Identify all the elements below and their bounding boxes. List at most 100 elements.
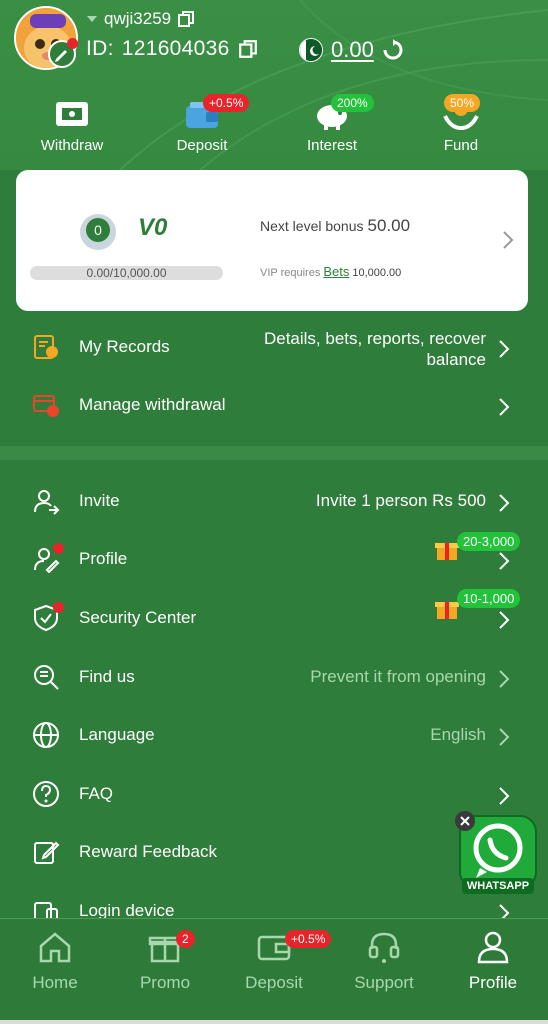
username-row: qwji3259 [86,9,195,29]
system-nav-strip [0,1020,548,1024]
menu-detail: Details, bets, reports, recover balance [264,328,486,370]
notification-dot [67,38,78,49]
chevron-right-icon [499,340,510,358]
menu-detail-line1: Details, bets, reports, recover [263,329,486,348]
tab-label: Promo [139,973,191,992]
withdraw-button[interactable]: Withdraw [17,96,127,154]
close-icon[interactable] [454,810,476,832]
vip-level: V0 [138,214,168,241]
chevron-down-icon[interactable] [86,14,98,24]
bottom-tab-bar: Home Promo 2 Deposit +0.5% Support Profi… [0,918,548,1020]
menu-item-invite[interactable]: Invite Invite 1 person Rs 500 [0,472,548,530]
menu-item-find-us[interactable]: Find us Prevent it from opening [0,648,548,706]
menu-detail: Invite 1 person Rs 500 [315,491,486,510]
menu-label: FAQ [79,784,114,803]
vip-requires-amount: 10,000.00 [352,267,402,279]
menu-label: Reward Feedback [79,842,217,861]
tab-label: Support [354,973,414,992]
withdraw-icon [56,102,88,126]
next-level-value: 50.00 [367,216,411,235]
vip-medal-icon: 0 [78,212,118,252]
pakistan-flag-icon [299,38,323,62]
headset-icon [368,932,400,963]
chevron-right-icon [499,787,510,805]
question-icon [33,781,59,807]
refresh-icon[interactable] [382,39,404,61]
menu-label: Login device [79,901,175,918]
fund-badge: 50% [444,94,481,112]
deposit-label: Deposit [176,137,228,154]
records-menu: My Records Details, bets, reports, recov… [0,316,548,446]
deposit-bonus-badge: +0.5% [285,930,332,948]
feedback-edit-icon [34,841,60,864]
interest-label: Interest [306,137,358,154]
withdrawal-card-icon [33,395,59,417]
menu-detail: Prevent it from opening [310,667,486,686]
menu-detail-line2: balance [426,350,486,369]
vip-requirement: VIP requires Bets 10,000.00 [260,264,401,279]
tab-home[interactable]: Home [0,929,110,993]
balance-row: 0.00 [299,37,404,63]
menu-label: My Records [79,337,170,356]
whatsapp-float-button[interactable]: WHATSAPP [454,808,542,900]
user-id-row: ID: 121604036 [86,37,258,61]
interest-badge: 200% [331,94,374,112]
whatsapp-label: WHATSAPP [466,880,530,892]
menu-item-language[interactable]: Language English [0,706,548,764]
promo-badge: 2 [176,930,195,948]
deposit-button[interactable]: Deposit +0.5% [147,94,257,154]
globe-icon [33,722,59,748]
menu-label: Language [79,725,155,744]
copy-id-icon[interactable] [238,39,258,59]
balance-amount: 0.00 [331,37,374,62]
device-icon [34,902,58,918]
chevron-right-icon [499,398,510,416]
chevron-right-icon [499,904,510,918]
menu-detail: English [430,725,486,744]
notification-dot [53,602,64,613]
menu-label: Profile [79,549,128,568]
next-level-bonus: Next level bonus 50.00 [260,216,410,236]
menu-item-my-records[interactable]: My Records Details, bets, reports, recov… [0,318,548,376]
vip-progress-text: 0.00/10,000.00 [86,266,167,280]
chevron-right-icon [499,552,510,570]
home-icon [39,932,71,963]
tab-support[interactable]: Support [329,929,439,993]
menu-item-security-center[interactable]: Security Center 10-1,000 [0,589,548,647]
menu-label: Invite [79,491,120,510]
vip-requires-label: VIP requires [260,267,321,279]
reward-badge: 20-3,000 [457,532,521,551]
deposit-bonus-badge: +0.5% [203,94,250,112]
section-divider [0,446,548,460]
menu-label: Manage withdrawal [79,395,226,414]
vip-medal-level: 0 [94,222,102,238]
tab-profile[interactable]: Profile [438,929,548,993]
find-search-icon [34,665,59,690]
chevron-right-icon [499,670,510,688]
tab-label: Deposit [245,973,303,992]
interest-button[interactable]: Interest 200% [277,94,387,154]
bets-link[interactable]: Bets [323,264,349,279]
invite-user-icon [34,490,60,515]
person-icon [477,931,509,964]
fund-label: Fund [443,137,479,154]
menu-label: Find us [79,667,135,686]
vip-card[interactable]: 0 V0 0.00/10,000.00 Next level bonus 50.0… [16,170,528,311]
fund-button[interactable]: Fund 50% [406,94,516,154]
tab-label: Home [32,973,78,992]
menu-item-manage-withdrawal[interactable]: Manage withdrawal [0,376,548,434]
chevron-right-icon [499,611,510,629]
tab-deposit[interactable]: Deposit +0.5% [219,929,332,993]
menu-item-profile[interactable]: Profile 20-3,000 [0,530,548,588]
records-icon [34,335,58,359]
chevron-right-icon [503,231,514,249]
user-id: 121604036 [121,37,230,60]
tab-promo[interactable]: Promo 2 [110,929,220,993]
menu-label: Security Center [79,608,197,627]
tab-label: Profile [468,973,518,992]
copy-icon[interactable] [177,10,195,28]
next-level-label: Next level bonus [260,218,364,234]
reward-badge: 10-1,000 [457,589,521,608]
chevron-right-icon [499,494,510,512]
chevron-right-icon [499,728,510,746]
